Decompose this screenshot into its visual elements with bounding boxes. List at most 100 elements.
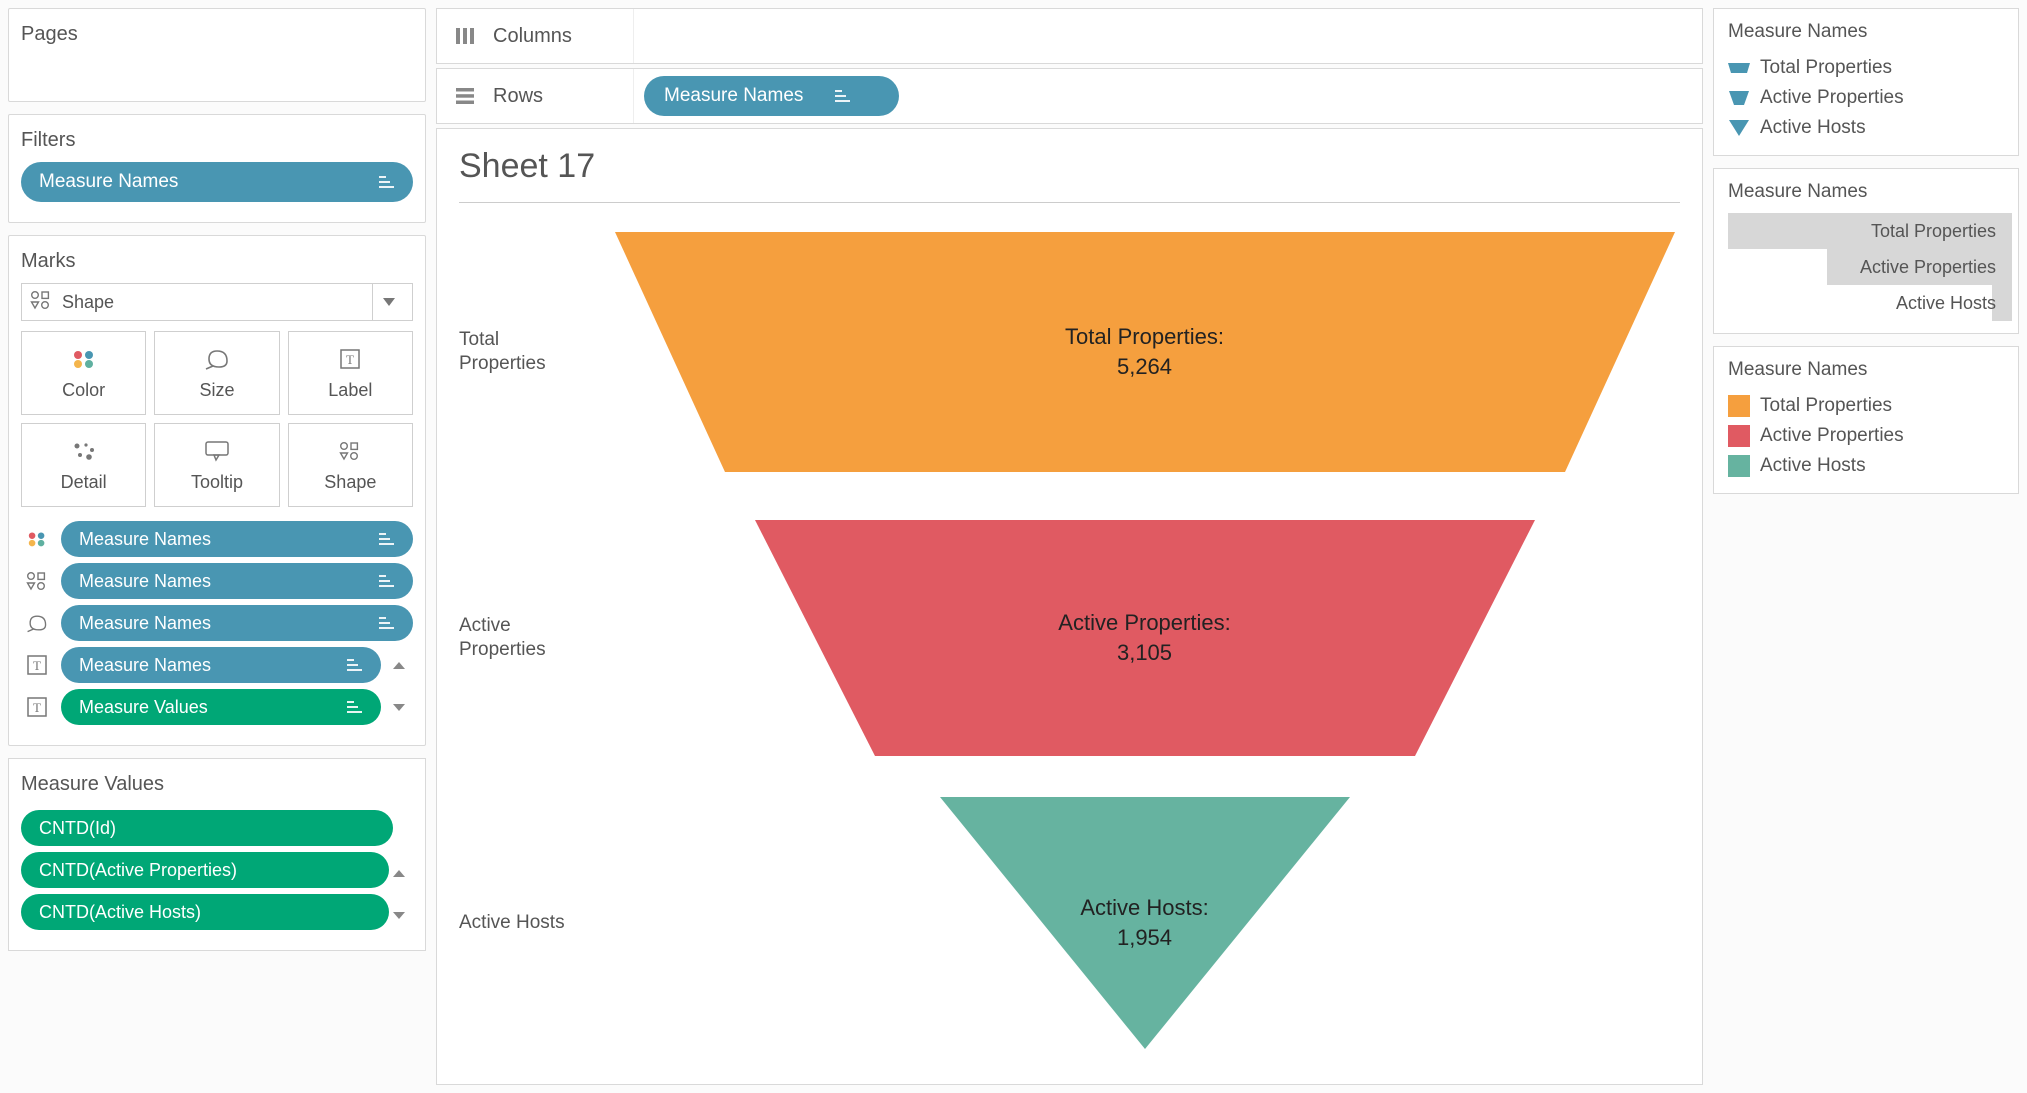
marks-cell-label: Size (199, 380, 234, 401)
size-legend-item[interactable]: Total Properties (1728, 213, 2012, 249)
measure-value-pill[interactable]: CNTD(Id) (21, 810, 393, 846)
chevron-down-icon (372, 284, 404, 320)
filter-pill-measure-names[interactable]: Measure Names (21, 162, 413, 202)
marks-pill[interactable]: Measure Names (61, 521, 413, 557)
scroll-spinner[interactable] (393, 870, 413, 877)
marks-label-button[interactable]: T Label (288, 331, 413, 415)
measure-value-pill[interactable]: CNTD(Active Hosts) (21, 894, 389, 930)
shape-legend-item[interactable]: Active Hosts (1728, 113, 2004, 143)
rows-shelf[interactable]: Rows Measure Names (436, 68, 1703, 124)
color-legend-item[interactable]: Total Properties (1728, 391, 2004, 421)
marks-cell-label: Label (328, 380, 372, 401)
columns-icon (437, 26, 493, 46)
text-icon: T (21, 654, 53, 676)
label-icon: T (339, 346, 361, 372)
shape-legend-title: Measure Names (1728, 21, 2004, 43)
funnel-mark[interactable]: Total Properties: 5,264 (615, 232, 1675, 472)
sort-icon (377, 572, 399, 590)
color-icon (21, 530, 53, 548)
funnel-mark[interactable]: Active Hosts: 1,954 (940, 797, 1350, 1049)
filters-shelf[interactable]: Filters Measure Names (8, 114, 426, 223)
shape-legend-icon (1728, 61, 1750, 75)
pill-label: CNTD(Id) (39, 818, 116, 839)
sort-icon (377, 530, 399, 548)
color-swatch (1728, 395, 1750, 417)
sheet-title[interactable]: Sheet 17 (459, 147, 1680, 196)
shape-legend-icon (1728, 90, 1750, 106)
size-legend-item[interactable]: Active Hosts (1728, 285, 2012, 321)
sort-icon (377, 614, 399, 632)
funnel-mark[interactable]: Active Properties: 3,105 (755, 520, 1535, 756)
marks-detail-button[interactable]: Detail (21, 423, 146, 507)
filters-title: Filters (21, 129, 413, 152)
legend-item-label: Total Properties (1728, 221, 2012, 242)
color-legend-item[interactable]: Active Properties (1728, 421, 2004, 451)
columns-field[interactable] (633, 9, 1702, 63)
shape-icon (21, 571, 53, 591)
pill-label: CNTD(Active Hosts) (39, 902, 201, 923)
marks-tooltip-button[interactable]: Tooltip (154, 423, 279, 507)
legend-item-label: Active Properties (1760, 425, 1904, 447)
rows-field[interactable]: Measure Names (633, 69, 1702, 123)
shape-legend-item[interactable]: Active Properties (1728, 83, 2004, 113)
shape-icon (339, 438, 361, 464)
marks-type-selector[interactable]: Shape (21, 283, 413, 321)
funnel-row: Total PropertiesTotal Properties: 5,264 (459, 209, 1680, 495)
pill-label: Measure Names (79, 529, 211, 550)
legend-item-label: Total Properties (1760, 57, 1892, 79)
pill-label: CNTD(Active Properties) (39, 860, 237, 881)
funnel-mark-label: Total Properties: 5,264 (1065, 322, 1224, 381)
measure-values-shelf[interactable]: Measure Values CNTD(Id) CNTD(Active Prope… (8, 758, 426, 951)
center-pane: Columns Rows Measure Names Sheet 17 Tota… (436, 8, 1703, 1085)
color-legend[interactable]: Measure Names Total PropertiesActive Pro… (1713, 346, 2019, 494)
marks-assignment-row: T Measure Names (21, 647, 413, 683)
measure-values-pills: CNTD(Id) CNTD(Active Properties) CNTD(Acti… (21, 810, 413, 936)
color-icon (71, 346, 97, 372)
color-legend-item[interactable]: Active Hosts (1728, 451, 2004, 481)
columns-shelf[interactable]: Columns (436, 8, 1703, 64)
marks-card: Marks Shape Color Size T L (8, 235, 426, 746)
funnel-row: Active Properties Active Properties: 3,10… (459, 495, 1680, 781)
legend-item-label: Active Hosts (1728, 293, 2012, 314)
legend-item-label: Active Properties (1760, 87, 1904, 109)
marks-pill[interactable]: Measure Names (61, 647, 381, 683)
svg-text:T: T (33, 700, 41, 715)
rows-pill-measure-names[interactable]: Measure Names (644, 76, 899, 116)
measure-values-title: Measure Values (21, 773, 413, 796)
size-legend[interactable]: Measure Names Total Properties Active Pro… (1713, 168, 2019, 334)
funnel-row-label: Active Properties (459, 614, 609, 662)
scroll-spinner[interactable] (393, 704, 413, 711)
marks-buttons-grid: Color Size T Label Detail Tooltip (21, 331, 413, 507)
svg-text:T: T (346, 352, 354, 367)
marks-pill[interactable]: Measure Values (61, 689, 381, 725)
right-pane: Measure Names Total Properties Active Pro… (1713, 8, 2019, 1085)
shape-legend[interactable]: Measure Names Total Properties Active Pro… (1713, 8, 2019, 156)
marks-title: Marks (21, 250, 413, 273)
size-icon (21, 613, 53, 633)
sort-icon (377, 173, 399, 191)
size-legend-title: Measure Names (1728, 181, 2012, 203)
marks-color-button[interactable]: Color (21, 331, 146, 415)
marks-assignments: Measure Names Measure Names Measure Name… (21, 521, 413, 725)
color-swatch (1728, 425, 1750, 447)
legend-item-label: Active Hosts (1760, 117, 1866, 139)
marks-pill[interactable]: Measure Names (61, 563, 413, 599)
funnel-row-label: Active Hosts (459, 911, 609, 935)
marks-cell-label: Tooltip (191, 472, 243, 493)
scroll-spinner[interactable] (393, 662, 413, 669)
marks-assignment-row: T Measure Values (21, 689, 413, 725)
marks-pill[interactable]: Measure Names (61, 605, 413, 641)
shape-legend-item[interactable]: Total Properties (1728, 53, 2004, 83)
size-icon (203, 346, 231, 372)
scroll-spinner[interactable] (393, 912, 413, 919)
tooltip-icon (204, 438, 230, 464)
marks-size-button[interactable]: Size (154, 331, 279, 415)
rows-label: Rows (493, 85, 633, 108)
funnel-shape-container: Total Properties: 5,264 (609, 232, 1680, 472)
size-legend-item[interactable]: Active Properties (1728, 249, 2012, 285)
measure-value-pill[interactable]: CNTD(Active Properties) (21, 852, 389, 888)
pages-shelf[interactable]: Pages (8, 8, 426, 102)
marks-shape-button[interactable]: Shape (288, 423, 413, 507)
funnel-shape-container: Active Properties: 3,105 (609, 520, 1680, 756)
legend-item-label: Active Properties (1728, 257, 2012, 278)
